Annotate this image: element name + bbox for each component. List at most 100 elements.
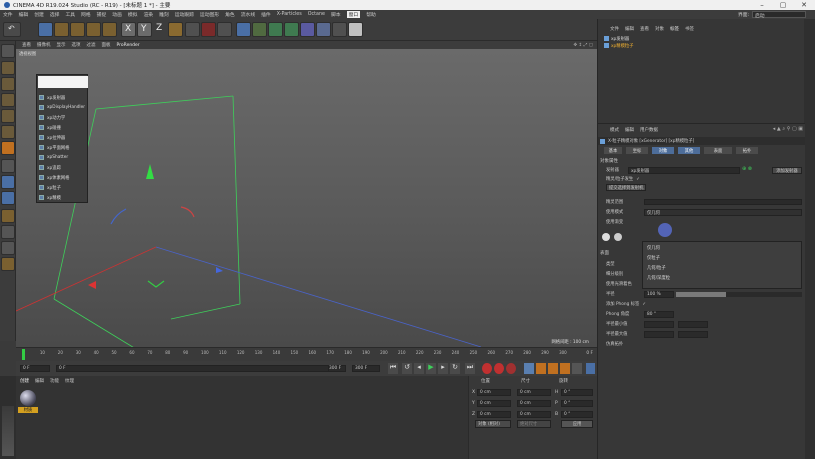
- rot-h-field[interactable]: 0 °: [561, 389, 593, 396]
- rotate-key-icon[interactable]: [548, 363, 558, 374]
- popup-item-shatter[interactable]: xpShatter: [39, 153, 87, 162]
- prev-key-icon[interactable]: ↺: [402, 363, 412, 374]
- tab-object[interactable]: 对象: [652, 147, 674, 154]
- tab-basic[interactable]: 基本: [604, 147, 622, 154]
- render-settings-icon[interactable]: [217, 22, 232, 37]
- render-view-icon[interactable]: [185, 22, 200, 37]
- array-icon[interactable]: [284, 22, 299, 37]
- attr-menu-mode[interactable]: 模式: [610, 127, 619, 133]
- play-icon[interactable]: ▶: [426, 363, 436, 374]
- menu-mesh[interactable]: 网格: [81, 11, 91, 18]
- timeline-ruler[interactable]: 0102030405060708090100110120130140150160…: [16, 347, 597, 361]
- tweak-mode-icon[interactable]: [1, 175, 15, 189]
- nurbs-icon[interactable]: [268, 22, 283, 37]
- undo-icon[interactable]: ↶: [3, 22, 21, 37]
- object-row-emitter[interactable]: xp发射器: [604, 35, 664, 42]
- timeline-settings-icon[interactable]: [586, 363, 595, 374]
- prev-frame-icon[interactable]: ◂: [414, 363, 424, 374]
- tab-other[interactable]: 其他: [678, 147, 700, 154]
- menu-plugins[interactable]: 插件: [261, 11, 271, 18]
- locked-workplane-icon[interactable]: [1, 225, 15, 239]
- pos-x-field[interactable]: 0 cm: [477, 389, 511, 396]
- move-key-icon[interactable]: [524, 363, 534, 374]
- menu-octane[interactable]: Octane: [308, 12, 325, 17]
- dd-option-geometry-depth[interactable]: 几何/深度粒: [647, 275, 670, 281]
- record-icon[interactable]: [482, 363, 492, 374]
- rot-b-field[interactable]: 0 °: [561, 411, 593, 418]
- om-menu-tags[interactable]: 标签: [670, 26, 679, 32]
- coord-mode-select[interactable]: 对象 (相对): [475, 420, 511, 428]
- z-axis-icon[interactable]: Z: [153, 22, 168, 37]
- radius-min-field[interactable]: [644, 321, 674, 328]
- menu-help[interactable]: 帮助: [366, 11, 376, 18]
- viewport-nav-icons[interactable]: ✥ ↕ ⤢ ▢: [573, 42, 593, 48]
- end-frame-field[interactable]: 300 F: [328, 365, 346, 372]
- sphere-alt-icon[interactable]: [614, 233, 622, 241]
- size-x-field[interactable]: 0 cm: [517, 389, 551, 396]
- vp-menu-panel[interactable]: 面板: [102, 42, 111, 48]
- pos-z-field[interactable]: 0 cm: [477, 411, 511, 418]
- phong-checkbox[interactable]: ✓: [642, 302, 646, 307]
- param-key-icon[interactable]: [560, 363, 570, 374]
- viewport[interactable]: 透视视图 网格间距 : 100 cm: [16, 49, 597, 347]
- vp-menu-display[interactable]: 显示: [57, 42, 66, 48]
- popup-item-extruder[interactable]: xp拉伸器: [39, 133, 87, 142]
- size-mode-select[interactable]: 绝对尺寸: [517, 420, 551, 428]
- vp-menu-options[interactable]: 选项: [72, 42, 81, 48]
- scale-key-icon[interactable]: [536, 363, 546, 374]
- polygons-mode-icon[interactable]: [1, 141, 15, 155]
- vp-menu-filter[interactable]: 过滤: [87, 42, 96, 48]
- object-row-mesher[interactable]: xp精模粒子: [604, 42, 664, 49]
- menu-render[interactable]: 渲染: [143, 11, 153, 18]
- tab-surface[interactable]: 表面: [704, 147, 732, 154]
- field-checkbox[interactable]: ✓: [636, 177, 640, 182]
- make-editable-icon[interactable]: [1, 44, 15, 58]
- menu-file[interactable]: 文件: [3, 11, 13, 18]
- om-menu-edit[interactable]: 编辑: [625, 26, 634, 32]
- workplane-icon[interactable]: [1, 93, 15, 107]
- start-frame-field[interactable]: 0 F: [20, 365, 50, 372]
- om-menu-file[interactable]: 文件: [610, 26, 619, 32]
- popup-item-collision[interactable]: xp碰撞: [39, 123, 87, 132]
- y-axis-icon[interactable]: Y: [137, 22, 152, 37]
- rotate-tool-icon[interactable]: [86, 22, 101, 37]
- snap-icon[interactable]: [1, 191, 15, 205]
- spline-icon[interactable]: [252, 22, 267, 37]
- radius-min-field-2[interactable]: [678, 321, 708, 328]
- visibility-select[interactable]: [644, 199, 802, 205]
- rot-p-field[interactable]: 0 °: [561, 400, 593, 407]
- emitter-link-icons[interactable]: ⊕ ⊗: [742, 166, 752, 172]
- auto-key-icon[interactable]: [494, 363, 504, 374]
- dd-option-particles[interactable]: 仅粒子: [647, 255, 660, 261]
- mat-menu-function[interactable]: 功能: [50, 378, 59, 384]
- menu-character[interactable]: 角色: [225, 11, 235, 18]
- radius-slider[interactable]: [676, 292, 802, 297]
- menu-pipeline[interactable]: 流水线: [241, 11, 255, 18]
- coord-system-icon[interactable]: [168, 22, 183, 37]
- tab-topology[interactable]: 拓扑: [736, 147, 758, 154]
- light-icon[interactable]: [348, 22, 363, 37]
- texture-mode-icon[interactable]: [1, 77, 15, 91]
- attr-menu-userdata[interactable]: 用户数据: [640, 127, 658, 133]
- x-axis-icon[interactable]: X: [121, 22, 136, 37]
- menu-simulate[interactable]: 模拟: [128, 11, 138, 18]
- axis-mode-icon[interactable]: [1, 159, 15, 173]
- popup-search-input[interactable]: [38, 76, 88, 88]
- move-tool-icon[interactable]: [54, 22, 69, 37]
- deformer-icon[interactable]: [300, 22, 315, 37]
- menu-xparticles[interactable]: X-Particles: [277, 12, 302, 17]
- menu-edit[interactable]: 编辑: [19, 11, 29, 18]
- emitter-field[interactable]: xp发射器: [628, 167, 740, 174]
- menu-script[interactable]: 脚本: [331, 11, 341, 18]
- dd-option-geometry-particles[interactable]: 几何/粒子: [647, 265, 666, 271]
- size-y-field[interactable]: 0 cm: [517, 400, 551, 407]
- mat-menu-create[interactable]: 创建: [20, 378, 29, 384]
- popup-item-dynamics[interactable]: xp动力学: [39, 113, 87, 122]
- menu-motion-tracking[interactable]: 运动跟踪: [175, 11, 194, 18]
- scale-tool-icon[interactable]: [70, 22, 85, 37]
- max-frame-field[interactable]: 300 F: [352, 365, 380, 372]
- mode-select[interactable]: 仅几何: [644, 209, 802, 216]
- om-menu-view[interactable]: 查看: [640, 26, 649, 32]
- popup-item-emitter[interactable]: xp发射器: [39, 93, 87, 102]
- paint-icon[interactable]: [1, 257, 15, 271]
